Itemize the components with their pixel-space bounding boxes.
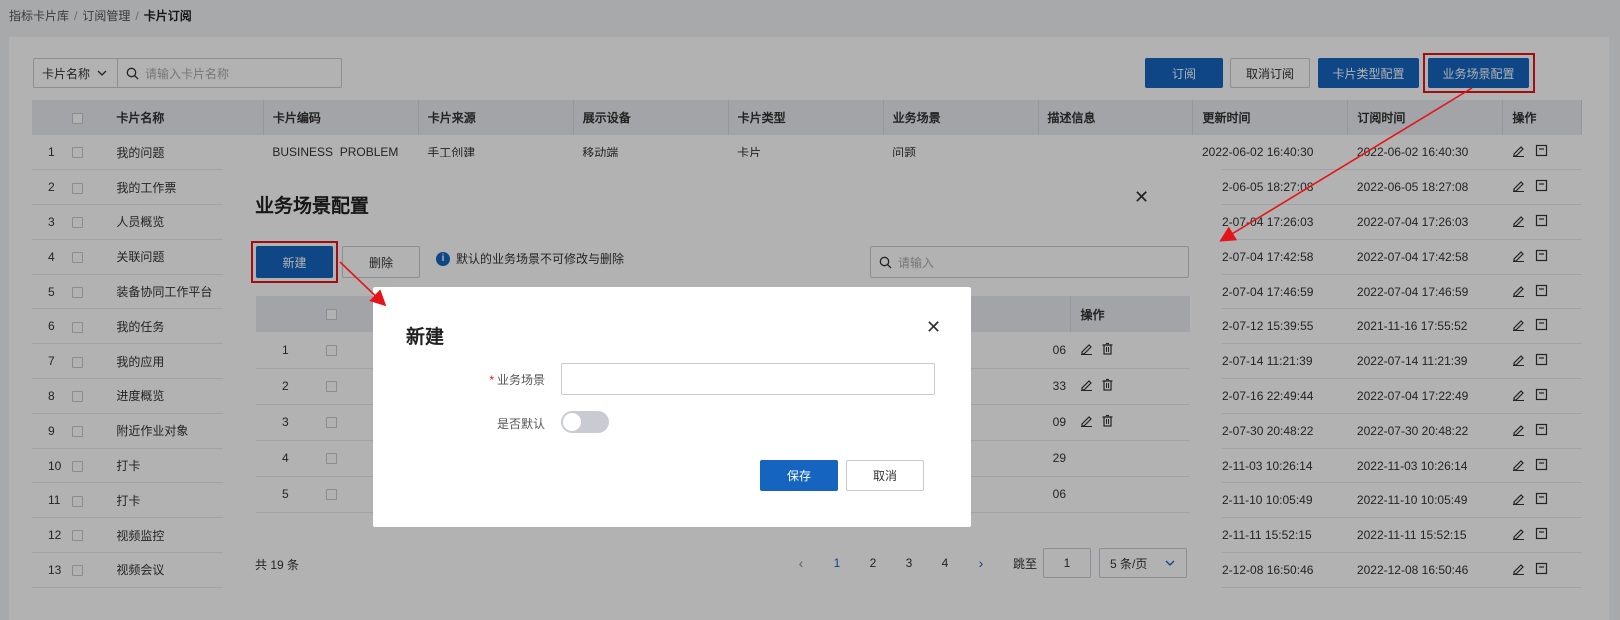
annotation-arrow <box>339 261 387 307</box>
annotation-arrow <box>1219 87 1473 242</box>
annotation-arrows <box>339 87 1473 307</box>
